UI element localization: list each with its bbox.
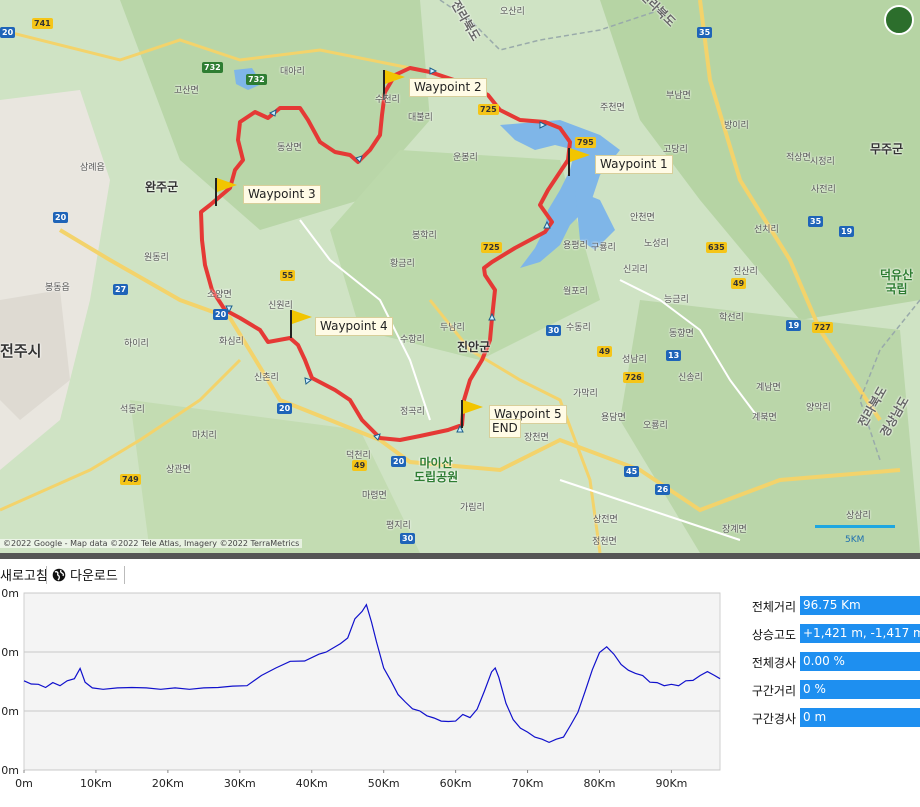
stat-climb: 상승고도 +1,421 m, -1,417 m xyxy=(740,622,920,644)
download-label: 다운로드 xyxy=(70,569,118,584)
y-tick-label: 0m xyxy=(1,588,19,600)
elevation-chart-svg: 0m0m0m0m0m 10Km 20Km 30Km 40Km 50Km 60Km 70Km 80… xyxy=(1,587,721,790)
stat-label: 상승고도 xyxy=(751,628,796,642)
map-attribution: ©2022 Google - Map data ©2022 Tele Atlas… xyxy=(0,539,303,548)
chart-plot-area xyxy=(23,592,721,771)
route-map[interactable]: 20 741 732 732 795 725 725 55 635 49 49 … xyxy=(0,0,920,553)
waypoint-2-label[interactable]: Waypoint 2 xyxy=(409,78,487,97)
scale-label: 5KM xyxy=(845,535,865,545)
route-shield: 35 xyxy=(808,216,824,227)
route-shield: 13 xyxy=(666,350,682,361)
x-tick-label: 30Km xyxy=(224,777,256,790)
profile-toolbar: 새로고침 다운로드 xyxy=(0,560,700,590)
panel-divider[interactable] xyxy=(0,553,920,559)
route-shield: 49 xyxy=(597,346,613,357)
stat-value: +1,421 m, -1,417 m xyxy=(800,624,920,643)
stat-total-grade: 전체경사 0.00 % xyxy=(740,650,920,672)
y-tick-label: 0m xyxy=(1,764,19,777)
route-shield: 49 xyxy=(352,460,368,471)
route-shield: 45 xyxy=(624,466,640,477)
x-tick-label: 90Km xyxy=(655,777,687,790)
scale-bar xyxy=(815,525,895,528)
map-logo-icon xyxy=(884,5,914,35)
route-shield: 20 xyxy=(277,403,293,414)
x-tick-label: 20Km xyxy=(152,777,184,790)
route-shield: 55 xyxy=(280,270,296,281)
x-tick-label: 60Km xyxy=(440,777,472,790)
stat-label: 구간경사 xyxy=(751,712,796,726)
route-shield: 49 xyxy=(731,278,747,289)
stat-value: 96.75 Km xyxy=(800,596,920,615)
stat-value: 0.00 % xyxy=(800,652,920,671)
route-shield: 635 xyxy=(706,242,727,253)
stat-value: 0 m xyxy=(800,708,920,727)
x-tick-label: 10Km xyxy=(80,777,112,790)
waypoint-3-label[interactable]: Waypoint 3 xyxy=(243,185,321,204)
route-shield: 19 xyxy=(786,320,802,331)
route-shield: 19 xyxy=(839,226,855,237)
y-tick-label: 0m xyxy=(1,705,19,718)
route-shield: 30 xyxy=(400,533,416,544)
stat-label: 구간거리 xyxy=(751,684,796,698)
stat-total-distance: 전체거리 96.75 Km xyxy=(740,594,920,616)
download-button[interactable]: 다운로드 xyxy=(52,565,118,584)
route-shield: 732 xyxy=(246,74,267,85)
y-tick-label: 0m xyxy=(1,646,19,659)
map-scale: 5KM xyxy=(815,525,895,545)
route-shield: 20 xyxy=(213,309,229,320)
route-shield: 27 xyxy=(113,284,129,295)
stat-label: 전체거리 xyxy=(751,600,796,614)
stat-section-distance: 구간거리 0 % xyxy=(740,678,920,700)
route-shield: 20 xyxy=(0,27,16,38)
waypoint-1-label[interactable]: Waypoint 1 xyxy=(595,155,673,174)
x-tick-label: 0m xyxy=(15,777,33,790)
route-shield: 725 xyxy=(481,242,502,253)
refresh-button[interactable]: 새로고침 xyxy=(0,565,48,584)
route-shield: 725 xyxy=(478,104,499,115)
route-shield: 20 xyxy=(53,212,69,223)
route-shield: 726 xyxy=(623,372,644,383)
route-shield: 30 xyxy=(546,325,562,336)
route-shield: 727 xyxy=(812,322,833,333)
stat-value: 0 % xyxy=(800,680,920,699)
x-tick-label: 80Km xyxy=(584,777,616,790)
route-shield: 35 xyxy=(697,27,713,38)
refresh-label: 새로고침 xyxy=(0,569,48,584)
route-shield: 795 xyxy=(575,137,596,148)
x-tick-label: 50Km xyxy=(368,777,400,790)
waypoint-4-label[interactable]: Waypoint 4 xyxy=(315,317,393,336)
toolbar-separator xyxy=(46,566,47,584)
x-tick-label: 70Km xyxy=(512,777,544,790)
globe-icon xyxy=(52,568,66,582)
route-shield: 749 xyxy=(120,474,141,485)
stat-label: 전체경사 xyxy=(751,656,796,670)
route-shield: 20 xyxy=(391,456,407,467)
toolbar-separator xyxy=(124,566,125,584)
stat-section-grade: 구간경사 0 m xyxy=(740,706,920,728)
end-label[interactable]: END xyxy=(489,419,521,438)
route-shield: 732 xyxy=(202,62,223,73)
elevation-profile-chart[interactable]: 0m 0m 0m 0m 0m 10Km 20Km 30Km 40Km 50Km 60Km 70Km 80… xyxy=(0,587,728,803)
route-shield: 741 xyxy=(32,18,53,29)
x-tick-label: 40Km xyxy=(296,777,328,790)
route-shield: 26 xyxy=(655,484,671,495)
